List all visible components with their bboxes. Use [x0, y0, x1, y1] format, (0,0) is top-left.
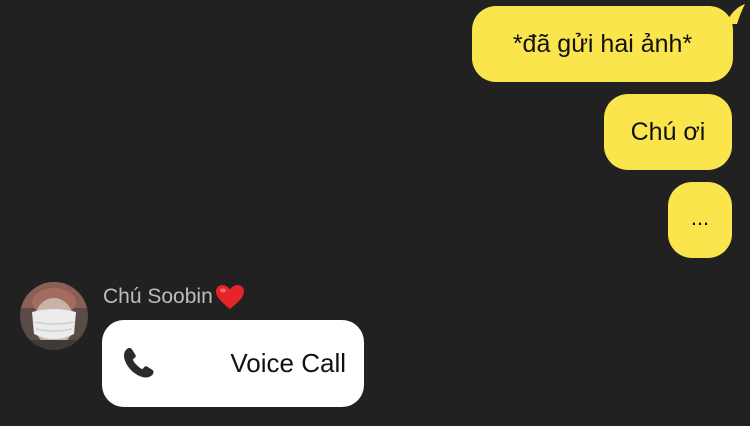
- avatar[interactable]: [20, 282, 88, 350]
- message-text: Chú ơi: [630, 117, 706, 146]
- outgoing-message[interactable]: ...: [668, 182, 732, 258]
- message-text: *đã gửi hai ảnh*: [512, 29, 693, 58]
- call-label: Voice Call: [230, 348, 346, 378]
- outgoing-message[interactable]: *đã gửi hai ảnh*: [472, 6, 733, 82]
- heart-icon: [215, 285, 244, 309]
- sender-name: Chú Soobin: [103, 284, 245, 310]
- message-text: ...: [690, 205, 710, 230]
- phone-icon: [124, 348, 154, 378]
- voice-call-message[interactable]: Voice Call: [102, 320, 364, 407]
- sender-name-text: Chú Soobin: [103, 285, 213, 308]
- avatar-image: [20, 282, 88, 350]
- outgoing-message[interactable]: Chú ơi: [604, 94, 732, 170]
